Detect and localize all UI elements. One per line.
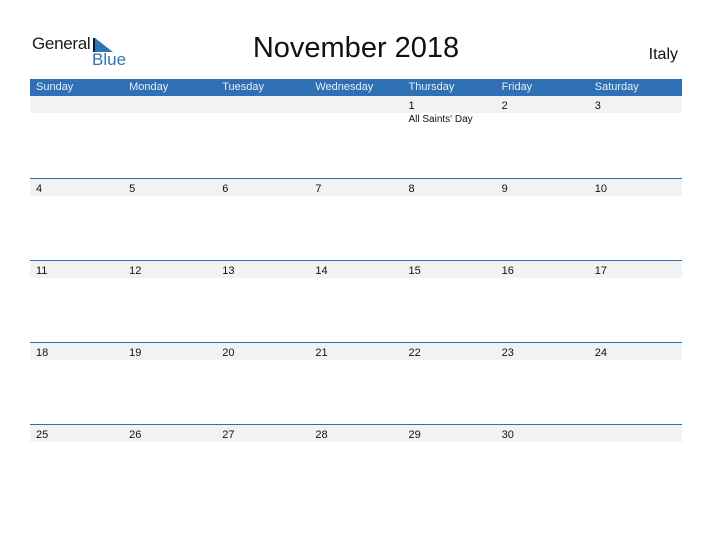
week-row: 18 19 20 21 22 23 24: [30, 342, 682, 424]
day-number: 8: [408, 183, 415, 195]
day-number: 7: [315, 183, 322, 195]
day-number: 6: [222, 183, 229, 195]
day-number: 27: [222, 429, 235, 441]
weekday-wednesday: Wednesday: [315, 81, 374, 93]
day-cell: 14: [309, 261, 402, 278]
day-cell: [216, 96, 309, 113]
day-number: 1: [408, 100, 415, 112]
day-cell: 30: [496, 425, 589, 442]
day-cell: 20: [216, 343, 309, 360]
day-cell: 1 All Saints' Day: [403, 96, 496, 125]
day-number: 9: [501, 183, 508, 195]
day-cell: 6: [216, 179, 309, 196]
day-cell: 3: [589, 96, 682, 113]
day-cell: 23: [496, 343, 589, 360]
day-number: 25: [36, 429, 49, 441]
weekday-friday: Friday: [501, 81, 533, 93]
day-number: 15: [408, 265, 421, 277]
day-number: 13: [222, 265, 235, 277]
day-number: 14: [315, 265, 328, 277]
date-strip: 1 All Saints' Day 2 3: [30, 96, 682, 125]
calendar-grid: Sunday Monday Tuesday Wednesday Thursday Frid…: [30, 79, 682, 506]
day-number: 23: [501, 347, 514, 359]
day-number: 22: [408, 347, 421, 359]
weekday-thursday: Thursday: [408, 81, 455, 93]
week-row: 11 12 13 14 15 16 17: [30, 260, 682, 342]
day-cell: 11: [30, 261, 123, 278]
day-number: 3: [594, 100, 601, 112]
day-cell: 5: [123, 179, 216, 196]
weekday-monday: Monday: [129, 81, 169, 93]
day-number: 24: [594, 347, 607, 359]
day-cell: 7: [309, 179, 402, 196]
day-cell: 28: [309, 425, 402, 442]
day-cell: 9: [496, 179, 589, 196]
weekday-saturday: Saturday: [594, 81, 639, 93]
day-cell: 15: [403, 261, 496, 278]
day-number: 19: [129, 347, 142, 359]
day-cell: 13: [216, 261, 309, 278]
date-strip: 25 26 27 28 29 30: [30, 425, 682, 442]
day-number: 12: [129, 265, 142, 277]
week-row: 1 All Saints' Day 2 3: [30, 96, 682, 178]
day-cell: 12: [123, 261, 216, 278]
day-number: 17: [594, 265, 607, 277]
day-cell: 25: [30, 425, 123, 442]
day-cell: 17: [589, 261, 682, 278]
day-cell: 16: [496, 261, 589, 278]
day-number: 29: [408, 429, 421, 441]
day-cell: 27: [216, 425, 309, 442]
day-cell: 2: [496, 96, 589, 113]
day-cell: [309, 96, 402, 113]
day-cell: 29: [403, 425, 496, 442]
week-row: 25 26 27 28 29 30: [30, 424, 682, 506]
day-number: 30: [501, 429, 514, 441]
day-number: 2: [501, 100, 508, 112]
day-number: 5: [129, 183, 136, 195]
weekday-tuesday: Tuesday: [222, 81, 265, 93]
date-strip: 4 5 6 7 8 9 10: [30, 179, 682, 196]
day-cell: [589, 425, 682, 442]
weekday-header: Sunday Monday Tuesday Wednesday Thursday Frid…: [30, 79, 682, 96]
week-row: 4 5 6 7 8 9 10: [30, 178, 682, 260]
date-strip: 11 12 13 14 15 16 17: [30, 261, 682, 278]
calendar-title: November 2018: [252, 32, 460, 64]
day-cell: 4: [30, 179, 123, 196]
country-label: Italy: [648, 46, 678, 63]
day-cell: 21: [309, 343, 402, 360]
day-number: 21: [315, 347, 328, 359]
day-cell: 18: [30, 343, 123, 360]
day-number: 4: [36, 183, 43, 195]
day-cell: 26: [123, 425, 216, 442]
date-strip: 18 19 20 21 22 23 24: [30, 343, 682, 360]
holiday-label: All Saints' Day: [408, 114, 473, 125]
day-number: 26: [129, 429, 142, 441]
day-number: 10: [594, 183, 607, 195]
day-cell: [123, 96, 216, 113]
day-number: 16: [501, 265, 514, 277]
day-cell: [30, 96, 123, 113]
day-number: 20: [222, 347, 235, 359]
day-cell: 19: [123, 343, 216, 360]
day-cell: 8: [403, 179, 496, 196]
day-cell: 24: [589, 343, 682, 360]
day-number: 18: [36, 347, 49, 359]
day-number: 11: [36, 265, 48, 277]
day-number: 28: [315, 429, 328, 441]
weekday-sunday: Sunday: [36, 81, 74, 93]
day-cell: 10: [589, 179, 682, 196]
day-cell: 22: [403, 343, 496, 360]
